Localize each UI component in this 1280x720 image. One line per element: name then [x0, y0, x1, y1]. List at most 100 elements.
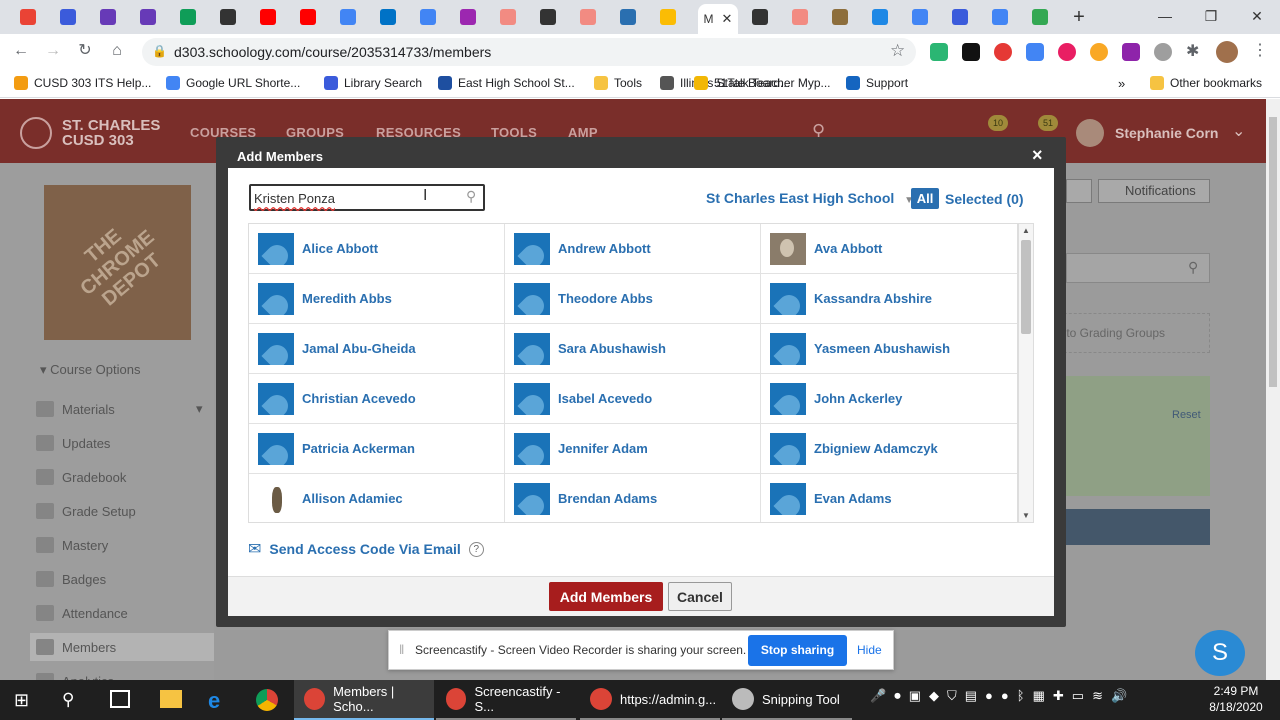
member-item[interactable]: Kassandra Abshire — [761, 274, 1017, 324]
lock-icon[interactable]: 🔒 — [152, 44, 167, 58]
taskbar-app[interactable]: https://admin.g... — [580, 680, 720, 720]
profile-avatar[interactable] — [1216, 41, 1238, 63]
bookmark-item[interactable]: CUSD 303 ITS Help... — [14, 76, 151, 90]
scroll-up-icon[interactable]: ▲ — [1022, 226, 1030, 235]
browser-tab[interactable] — [782, 4, 818, 30]
notifications-button[interactable]: Notifications — [1098, 179, 1210, 203]
browser-tab[interactable] — [742, 4, 778, 30]
browser-tab[interactable] — [570, 4, 606, 30]
browser-tab[interactable] — [1022, 4, 1058, 30]
extension-icon[interactable] — [1058, 43, 1076, 61]
bookmark-star-icon[interactable]: ☆ — [890, 41, 905, 61]
member-item[interactable]: Ava Abbott — [761, 224, 1017, 274]
search-icon[interactable]: ⚲ — [1188, 259, 1198, 276]
member-item[interactable]: Theodore Abbs — [505, 274, 761, 324]
extension-icon[interactable] — [1154, 43, 1172, 61]
browser-tab[interactable] — [410, 4, 446, 30]
volume-icon[interactable]: 🔊 — [1111, 688, 1127, 704]
close-icon[interactable]: × — [1032, 145, 1043, 166]
edge-icon[interactable]: e — [208, 688, 220, 714]
course-options[interactable]: ▾ Course Options — [40, 362, 140, 378]
members-scrollbar-thumb[interactable] — [1021, 240, 1031, 334]
tab-active[interactable]: M ✕ — [698, 4, 738, 34]
app-tray-icon[interactable]: ▤ — [965, 688, 977, 704]
school-name[interactable]: ST. CHARLES CUSD 303 — [62, 118, 160, 148]
browser-tab[interactable] — [822, 4, 858, 30]
close-tab-icon[interactable]: ✕ — [722, 11, 733, 27]
task-view-icon[interactable] — [110, 690, 130, 708]
taskbar-app[interactable]: Screencastify - S... — [436, 680, 576, 720]
sidebar-item-badges[interactable]: Badges — [36, 571, 106, 587]
member-item[interactable]: Jennifer Adam — [505, 424, 761, 474]
reload-icon[interactable]: ↻ — [74, 40, 96, 62]
bookmark-item[interactable]: Library Search — [324, 76, 422, 90]
mic-icon[interactable]: 🎤 — [870, 688, 886, 704]
browser-tab[interactable] — [210, 4, 246, 30]
menu-icon[interactable]: ⋮ — [1252, 40, 1268, 60]
member-item[interactable]: Meredith Abbs — [249, 274, 505, 324]
user-name[interactable]: Stephanie Corn — [1115, 125, 1218, 141]
member-search-input[interactable]: Kristen Ponza I ⚲ — [249, 184, 485, 211]
wifi-icon[interactable]: ≋ — [1092, 688, 1103, 704]
app-tray-icon[interactable]: ✚ — [1053, 688, 1064, 704]
dropdown-button[interactable] — [1066, 179, 1092, 203]
browser-tab[interactable] — [902, 4, 938, 30]
scrollbar-thumb[interactable] — [1269, 117, 1277, 387]
bookmark-item[interactable]: East High School St... — [438, 76, 575, 90]
search-icon[interactable]: ⚲ — [62, 690, 74, 710]
member-item[interactable]: Brendan Adams — [505, 474, 761, 522]
browser-tab[interactable] — [250, 4, 286, 30]
hide-button[interactable]: Hide — [857, 643, 882, 657]
extension-icon[interactable] — [1026, 43, 1044, 61]
member-item[interactable]: Allison Adamiec — [249, 474, 505, 522]
extension-icon[interactable] — [1090, 43, 1108, 61]
member-item[interactable]: Andrew Abbott — [505, 224, 761, 274]
close-window-button[interactable]: ✕ — [1234, 4, 1280, 28]
search-icon[interactable]: ⚲ — [466, 188, 476, 205]
dropbox-icon[interactable]: ◆ — [929, 688, 939, 704]
windows-start-icon[interactable]: ⊞ — [14, 690, 29, 711]
member-item[interactable]: Christian Acevedo — [249, 374, 505, 424]
member-item[interactable]: Alice Abbott — [249, 224, 505, 274]
screencastify-extension-icon[interactable] — [994, 43, 1012, 61]
sidebar-item-grade-setup[interactable]: Grade Setup — [36, 503, 136, 519]
browser-tab[interactable] — [490, 4, 526, 30]
app-tray-icon[interactable]: ▦ — [1033, 688, 1045, 704]
minimize-button[interactable]: — — [1142, 4, 1188, 28]
extension-icon[interactable] — [1122, 43, 1140, 61]
member-item[interactable]: Patricia Ackerman — [249, 424, 505, 474]
browser-tab[interactable] — [130, 4, 166, 30]
browser-tab[interactable] — [170, 4, 206, 30]
member-item[interactable]: Jamal Abu-Gheida — [249, 324, 505, 374]
battery-icon[interactable]: ▭ — [1072, 688, 1084, 704]
record-icon[interactable]: ⏺ — [894, 688, 901, 704]
user-avatar[interactable] — [1076, 119, 1104, 147]
filter-all-button[interactable]: All — [911, 188, 939, 209]
grading-groups-box[interactable]: into Grading Groups — [1054, 313, 1210, 353]
member-item[interactable]: Isabel Acevedo — [505, 374, 761, 424]
sidebar-item-attendance[interactable]: Attendance — [36, 605, 128, 621]
bookmark-item[interactable]: 51Talk Teacher Myp... — [694, 76, 831, 90]
sidebar-item-members[interactable]: Members — [30, 633, 214, 661]
scroll-down-icon[interactable]: ▼ — [1022, 511, 1030, 520]
forward-icon[interactable]: → — [42, 40, 64, 62]
bookmarks-more-button[interactable]: » — [1118, 76, 1125, 91]
stop-sharing-button[interactable]: Stop sharing — [748, 635, 847, 666]
school-filter-dropdown[interactable]: St Charles East High School ▼ — [706, 190, 914, 206]
bluetooth-icon[interactable]: ᛒ — [1017, 688, 1025, 704]
reset-link[interactable]: Reset — [1172, 409, 1201, 421]
browser-tab[interactable] — [90, 4, 126, 30]
other-bookmarks[interactable]: Other bookmarks — [1150, 76, 1262, 90]
app-tray-icon[interactable]: ● — [985, 688, 993, 704]
browser-tab[interactable] — [370, 4, 406, 30]
browser-tab[interactable] — [450, 4, 486, 30]
sidebar-item-updates[interactable]: Updates — [36, 435, 110, 451]
file-explorer-icon[interactable] — [160, 690, 182, 708]
send-access-code-link[interactable]: ✉ Send Access Code Via Email ? — [248, 539, 484, 559]
drag-handle-icon[interactable]: ‖ — [399, 642, 404, 657]
new-tab-button[interactable]: + — [1068, 6, 1090, 28]
sidebar-item-materials[interactable]: Materials ▾ — [36, 401, 203, 417]
app-tray-icon[interactable]: ▣ — [909, 688, 921, 704]
help-icon[interactable]: ? — [468, 541, 484, 557]
browser-tab[interactable] — [942, 4, 978, 30]
